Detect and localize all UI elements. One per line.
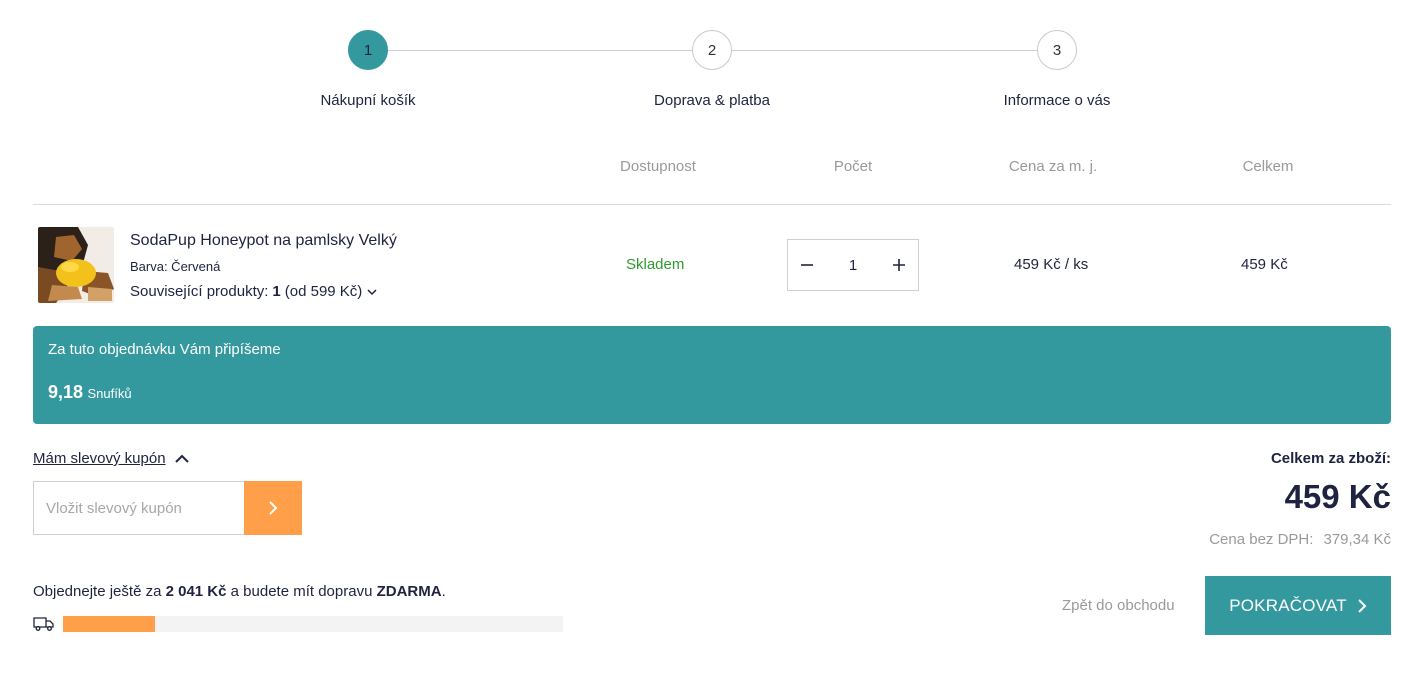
header-availability: Dostupnost [620,158,696,175]
shipping-amount: 2 041 Kč [165,583,227,600]
row-total: 459 Kč [1241,256,1288,273]
header-quantity: Počet [833,158,873,175]
related-count: 1 [272,283,281,300]
step-cart[interactable]: 1 Nákupní košík [248,30,488,109]
product-image[interactable] [38,227,114,303]
chevron-up-icon [174,453,190,465]
checkout-stepper: 1 Nákupní košík 2 Doprava & platba 3 Inf… [0,30,1426,110]
coupon-toggle-label: Mám slevový kupón [33,450,166,467]
free-shipping-text: Objednejte ještě za 2 041 Kč a budete mí… [33,583,446,600]
loyalty-points-value: 9,18 [48,382,84,402]
shipping-prefix: Objednejte ještě za [33,583,162,600]
step-shipping-payment[interactable]: 2 Doprava & platba [592,30,832,109]
step-label: Informace o vás [1003,92,1111,109]
vat-value: 379,34 Kč [1323,531,1391,548]
step-number: 2 [692,30,732,70]
step-label: Doprava & platba [654,92,770,109]
continue-label: POKRAČOVAT [1229,595,1347,615]
related-products-toggle[interactable]: Související produkty: 1 (od 599 Kč) [130,283,378,300]
related-suffix: (od 599 Kč) [284,283,363,300]
vat-label: Cena bez DPH: [1209,531,1314,548]
cart-table-header: Dostupnost Počet Cena za m. j. Celkem [33,158,1391,178]
total-label: Celkem za zboží: [1270,450,1391,467]
step-label: Nákupní košík [320,92,416,109]
total-value: 459 Kč [1284,478,1391,515]
apply-coupon-button[interactable] [244,481,302,535]
chevron-right-icon [1357,598,1367,614]
shipping-suffix: . [441,583,446,600]
quantity-stepper: 1 [787,239,919,291]
coupon-toggle[interactable]: Mám slevový kupón [33,450,190,467]
cart-item-row: SodaPup Honeypot na pamlsky Velký Barva:… [33,205,1391,325]
step-number: 3 [1037,30,1077,70]
product-name[interactable]: SodaPup Honeypot na pamlsky Velký [130,232,397,250]
continue-button[interactable]: POKRAČOVAT [1205,576,1391,635]
loyalty-points-banner: Za tuto objednávku Vám připíšeme 9,18 Sn… [33,326,1391,424]
price-without-vat: Cena bez DPH: 379,34 Kč [1209,531,1391,548]
quantity-value[interactable]: 1 [849,257,857,274]
step-customer-info[interactable]: 3 Informace o vás [937,30,1177,109]
header-unit-price: Cena za m. j. [1008,158,1098,175]
loyalty-text: Za tuto objednávku Vám připíšeme [48,341,281,358]
related-prefix: Související produkty: [130,283,269,300]
availability-status: Skladem [626,256,685,273]
loyalty-points-unit: Snufíků [87,386,132,401]
free-shipping-progress-fill [63,616,155,632]
shipping-middle: a budete mít dopravu [230,583,373,600]
unit-price: 459 Kč / ks [1014,256,1089,273]
increase-quantity-button[interactable] [888,254,910,276]
shipping-free: ZDARMA [376,583,442,600]
product-attribute: Barva: Červená [130,259,221,274]
coupon-input[interactable] [33,481,245,535]
free-shipping-progress [63,616,563,632]
loyalty-points: 9,18 Snufíků [48,382,132,403]
chevron-right-icon [267,500,279,516]
step-number: 1 [348,30,388,70]
back-to-shop-link[interactable]: Zpět do obchodu [1062,597,1175,614]
header-total: Celkem [1242,158,1294,175]
decrease-quantity-button[interactable] [796,254,818,276]
chevron-down-icon [366,286,378,298]
truck-icon [33,616,55,632]
